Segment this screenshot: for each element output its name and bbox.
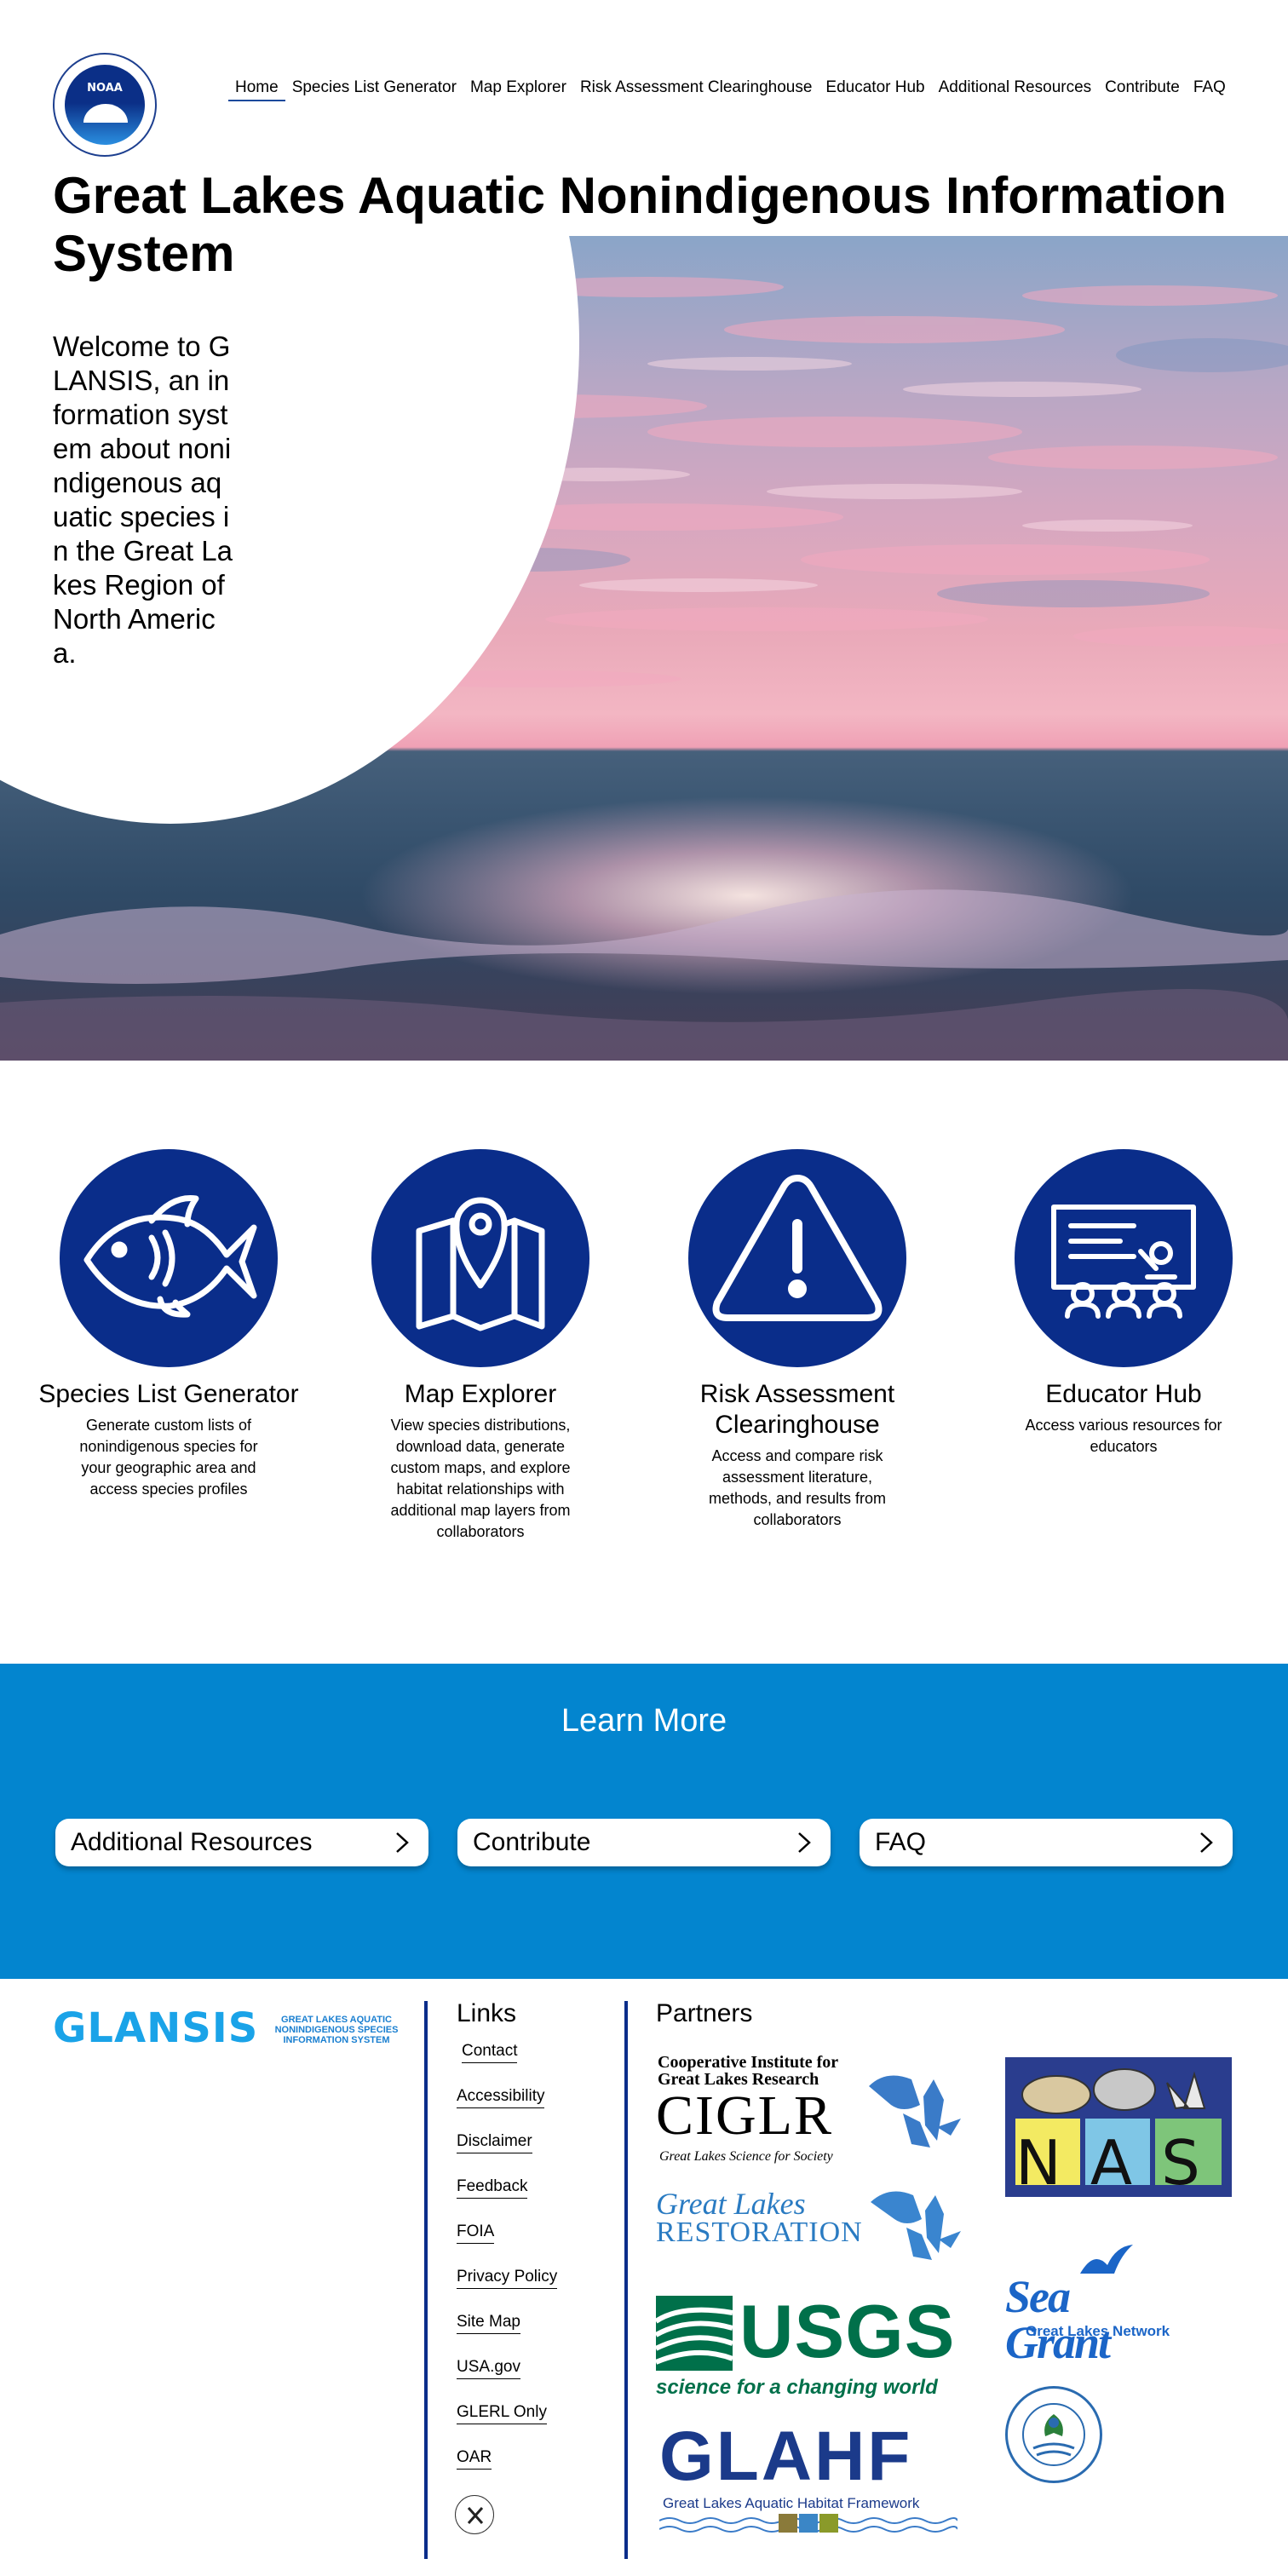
- nav-risk-assessment[interactable]: Risk Assessment Clearinghouse: [573, 78, 819, 101]
- learn-more-section: Learn More Additional Resources Contribu…: [0, 1664, 1288, 1979]
- link-privacy-policy[interactable]: Privacy Policy: [457, 2266, 558, 2289]
- epa-seal-icon: [1022, 2403, 1085, 2466]
- ciglr-logo[interactable]: Cooperative Institute for Great Lakes Re…: [656, 2054, 963, 2173]
- button-label: Additional Resources: [71, 1828, 313, 1856]
- noaa-logo[interactable]: NOAA: [53, 53, 157, 157]
- contribute-button[interactable]: Contribute: [457, 1819, 831, 1866]
- card-description: Access various resources for educators: [1025, 1417, 1222, 1455]
- page-title: Great Lakes Aquatic Nonindigenous Inform…: [53, 167, 1227, 282]
- wave-foam: [0, 889, 1288, 1061]
- fish-icon: [60, 1149, 278, 1367]
- usgs-wave-icon: [656, 2296, 733, 2371]
- nav-faq[interactable]: FAQ: [1187, 78, 1233, 101]
- great-lakes-map-icon: [869, 2075, 961, 2148]
- chevron-right-icon: [396, 1832, 409, 1853]
- nav-educator-hub[interactable]: Educator Hub: [819, 78, 931, 101]
- glr-line1: Great Lakes: [656, 2187, 806, 2221]
- button-label: Contribute: [473, 1828, 591, 1856]
- glahf-tagline: Great Lakes Aquatic Habitat Framework: [663, 2495, 920, 2511]
- usgs-logo[interactable]: USGS science for a changing world: [656, 2289, 963, 2405]
- site-footer: GLANSIS GREAT LAKES AQUATIC NONINDIGENOU…: [0, 1979, 1288, 2576]
- ciglr-line1: Cooperative Institute for: [658, 2053, 839, 2072]
- epa-seal-logo[interactable]: [1005, 2386, 1102, 2483]
- sea-grant-wordmark: Sea Grant: [1005, 2271, 1111, 2368]
- glansis-logo[interactable]: GLANSIS GREAT LAKES AQUATIC NONINDIGENOU…: [53, 2004, 428, 2056]
- nas-wordmark: NAS: [1015, 2127, 1229, 2199]
- links-heading: Links: [457, 1999, 517, 2027]
- glahf-wave-icon: [659, 2514, 957, 2533]
- glahf-wordmark: GLAHF: [659, 2418, 913, 2495]
- site-header: NOAA Home Species List Generator Map Exp…: [0, 0, 1288, 170]
- footer-divider: [624, 2001, 628, 2559]
- nav-contribute[interactable]: Contribute: [1098, 78, 1187, 101]
- glansis-subtitle: GREAT LAKES AQUATIC NONINDIGENOUS SPECIE…: [274, 2015, 399, 2045]
- great-lakes-restoration-logo[interactable]: Great Lakes RESTORATION: [656, 2183, 963, 2268]
- link-disclaimer[interactable]: Disclaimer: [457, 2130, 532, 2153]
- feature-cards: Species List Generator Generate custom l…: [0, 1061, 1288, 1664]
- nas-logo[interactable]: NAS: [1005, 2057, 1232, 2197]
- sea-grant-logo[interactable]: Sea Grant Great Lakes Network: [1005, 2243, 1176, 2366]
- card-description: Generate custom lists of nonindigenous s…: [79, 1417, 258, 1498]
- link-glerl-only[interactable]: GLERL Only: [457, 2401, 547, 2424]
- warning-icon: [688, 1149, 906, 1367]
- welcome-text: Welcome to GLANSIS, an information syste…: [53, 331, 233, 669]
- card-description: View species distributions, download dat…: [390, 1417, 571, 1540]
- x-social-icon[interactable]: [455, 2495, 494, 2534]
- learn-more-heading: Learn More: [561, 1703, 727, 1739]
- link-accessibility[interactable]: Accessibility: [457, 2085, 545, 2108]
- classroom-icon: [1015, 1149, 1233, 1367]
- usgs-tagline: science for a changing world: [656, 2376, 938, 2399]
- card-educator-hub[interactable]: Educator Hub Access various resources fo…: [992, 1149, 1256, 1458]
- link-usa-gov[interactable]: USA.gov: [457, 2356, 520, 2379]
- link-feedback[interactable]: Feedback: [457, 2176, 528, 2199]
- noaa-logo-text: NOAA: [87, 82, 123, 95]
- link-oar[interactable]: OAR: [457, 2447, 492, 2470]
- glahf-logo[interactable]: GLAHF Great Lakes Aquatic Habitat Framew…: [656, 2422, 963, 2541]
- nav-map-explorer[interactable]: Map Explorer: [463, 78, 573, 101]
- card-risk-assessment[interactable]: Risk Assessment Clearinghouse Access and…: [665, 1149, 929, 1531]
- main-nav: Home Species List Generator Map Explorer…: [228, 78, 1233, 101]
- faq-button[interactable]: FAQ: [860, 1819, 1233, 1866]
- button-label: FAQ: [875, 1828, 927, 1856]
- chevron-right-icon: [1200, 1832, 1213, 1853]
- partners-heading: Partners: [656, 1999, 753, 2027]
- card-title: Map Explorer: [404, 1380, 557, 1408]
- usgs-wordmark: USGS: [739, 2289, 956, 2373]
- card-title: Educator Hub: [1045, 1380, 1202, 1408]
- map-pin-icon: [371, 1149, 589, 1367]
- nav-home[interactable]: Home: [228, 78, 285, 101]
- card-description: Access and compare risk assessment liter…: [708, 1447, 887, 1528]
- noaa-logo-emblem: NOAA: [65, 65, 145, 145]
- sea-grant-tagline: Great Lakes Network: [1026, 2323, 1170, 2339]
- glansis-wordmark: GLANSIS: [53, 2004, 259, 2052]
- chevron-right-icon: [798, 1832, 811, 1853]
- card-title: Risk Assessment Clearinghouse: [699, 1380, 895, 1439]
- additional-resources-button[interactable]: Additional Resources: [55, 1819, 428, 1866]
- card-species-list-generator[interactable]: Species List Generator Generate custom l…: [37, 1149, 301, 1500]
- ciglr-wordmark: CIGLR: [656, 2084, 833, 2147]
- footer-links: Contact Accessibility Disclaimer Feedbac…: [457, 2040, 558, 2492]
- footer-divider: [424, 2001, 428, 2559]
- link-foia[interactable]: FOIA: [457, 2221, 495, 2244]
- card-title: Species List Generator: [38, 1380, 299, 1408]
- link-contact[interactable]: Contact: [462, 2040, 518, 2063]
- great-lakes-map-icon: [871, 2191, 961, 2260]
- nav-species-list-generator[interactable]: Species List Generator: [285, 78, 463, 101]
- ciglr-tagline: Great Lakes Science for Society: [659, 2149, 833, 2164]
- card-map-explorer[interactable]: Map Explorer View species distributions,…: [348, 1149, 612, 1543]
- glr-line2: RESTORATION: [656, 2217, 863, 2248]
- noaa-bird-icon: [83, 104, 128, 123]
- nav-additional-resources[interactable]: Additional Resources: [932, 78, 1099, 101]
- seagull-icon: [1080, 2245, 1133, 2274]
- link-site-map[interactable]: Site Map: [457, 2311, 520, 2334]
